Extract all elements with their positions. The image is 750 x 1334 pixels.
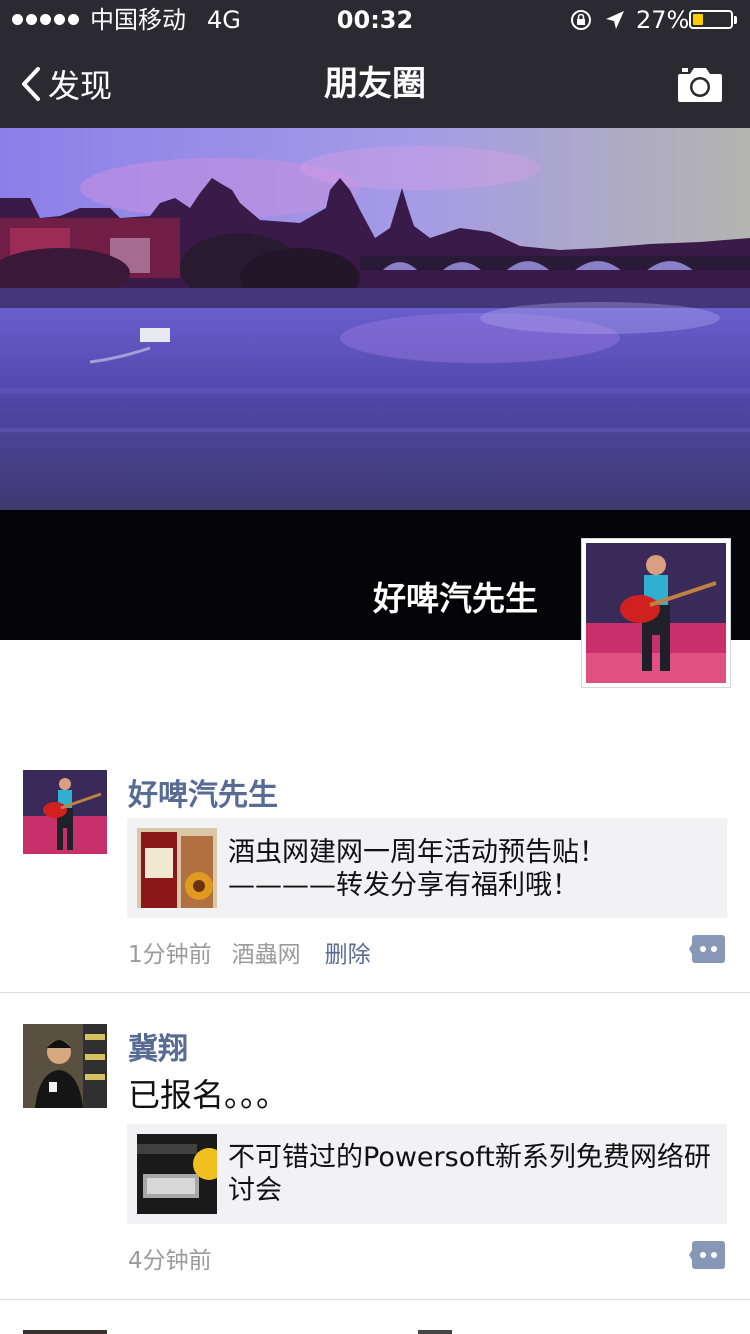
post-meta: 1分钟前 酒蟲网 删除: [128, 935, 371, 969]
post-divider: [0, 1299, 750, 1300]
post-author[interactable]: 好啤汽先生: [128, 770, 278, 814]
feed-post: 冀翔 已报名。。。 不可错过的Powersoft新系列免费网络研讨会 4分钟前: [0, 1024, 750, 1299]
battery-icon: [689, 10, 733, 29]
post-author[interactable]: 冀翔: [128, 1024, 188, 1068]
post-time: 1分钟前: [128, 942, 212, 968]
post-time: 4分钟前: [128, 1248, 212, 1274]
post-image-fragment: [418, 1330, 452, 1334]
post-divider: [0, 992, 750, 993]
man-portrait-avatar-image: [23, 1024, 107, 1108]
profile-name: 好啤汽先生: [373, 579, 538, 618]
shared-link-card[interactable]: 酒虫网建网一周年活动预告贴！————转发分享有福利哦！: [127, 818, 727, 918]
comment-icon[interactable]: [689, 1241, 725, 1269]
battery-percent: 27%: [636, 6, 690, 34]
guitarist-avatar-image: [586, 543, 726, 683]
link-thumbnail: [137, 1134, 217, 1214]
top-bar: 中国移动 4G 00:32 27% 发现 朋友圈: [0, 0, 750, 128]
comment-icon[interactable]: [689, 935, 725, 963]
post-avatar[interactable]: [23, 770, 107, 854]
post-avatar[interactable]: [23, 1330, 107, 1334]
post-text: 已报名。。。: [128, 1076, 289, 1114]
shared-link-card[interactable]: 不可错过的Powersoft新系列免费网络研讨会: [127, 1124, 727, 1224]
whisky-bottle-image: [137, 828, 217, 908]
link-title: 不可错过的Powersoft新系列免费网络研讨会: [228, 1142, 711, 1206]
feed-post-partial: [0, 1330, 750, 1334]
profile-avatar[interactable]: [581, 538, 731, 688]
post-source[interactable]: 酒蟲网: [232, 935, 301, 969]
link-title: 酒虫网建网一周年活动预告贴！————转发分享有福利哦！: [228, 837, 606, 901]
battery-nub: [734, 16, 737, 24]
battery-level-fill: [693, 14, 703, 25]
status-bar: 中国移动 4G 00:32 27%: [0, 0, 750, 40]
delete-button[interactable]: 删除: [325, 935, 371, 969]
powersoft-product-image: [137, 1134, 217, 1214]
camera-icon[interactable]: [676, 64, 724, 104]
page-title: 朋友圈: [324, 64, 426, 104]
location-arrow-icon: [606, 11, 624, 29]
feed-post: 好啤汽先生 酒虫网建网一周年活动预告贴！————转发分享有福利哦！ 1分钟前 酒…: [0, 770, 750, 992]
guitarist-avatar-image: [23, 770, 107, 854]
link-thumbnail: [137, 828, 217, 908]
orientation-lock-icon: [571, 10, 591, 30]
post-avatar[interactable]: [23, 1024, 107, 1108]
post-meta: 4分钟前: [128, 1241, 212, 1275]
